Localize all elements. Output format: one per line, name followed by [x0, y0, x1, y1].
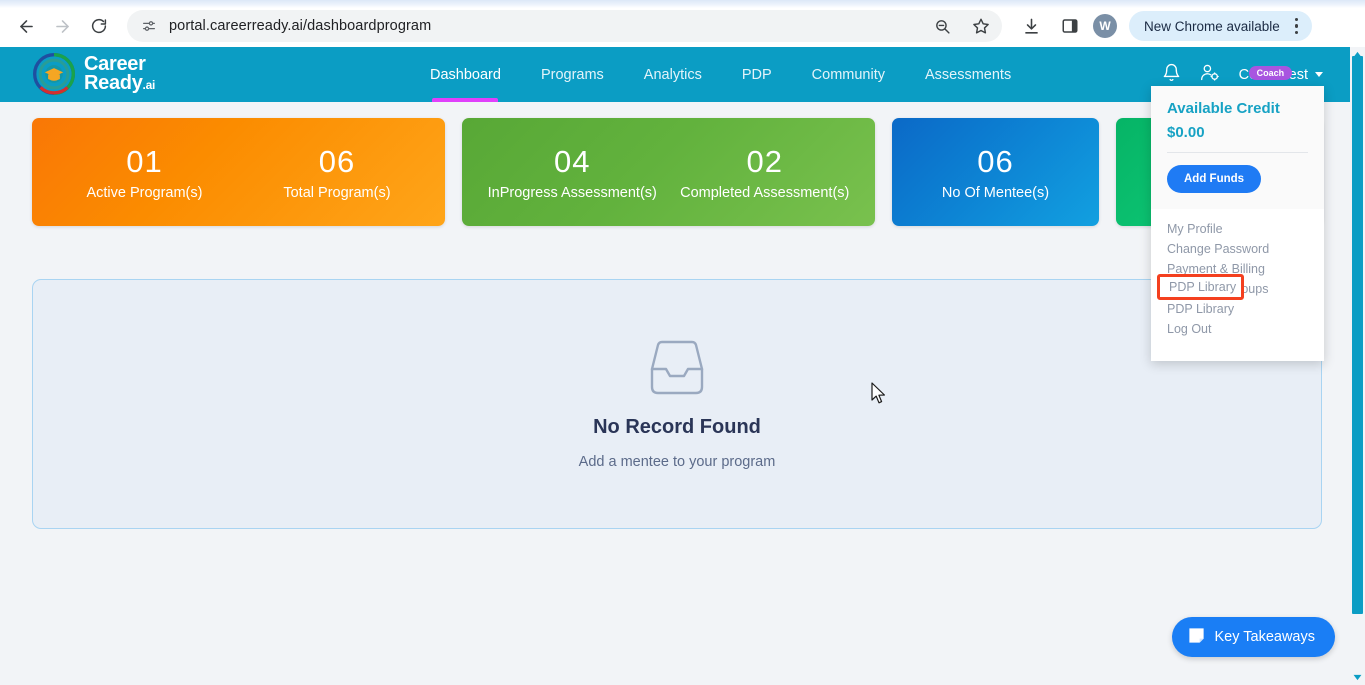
metric-completed-assessments: 02 Completed Assessment(s)	[670, 143, 859, 201]
back-arrow-icon	[17, 17, 36, 36]
nav-label: Analytics	[644, 67, 702, 83]
careerready-logo-icon	[33, 53, 75, 95]
mentee-list-panel: No Record Found Add a mentee to your pro…	[32, 279, 1322, 529]
menu-item-my-profile[interactable]: My Profile	[1151, 219, 1324, 239]
metric-active-programs: 01 Active Program(s)	[76, 143, 212, 201]
inbox-icon	[644, 339, 710, 402]
chevron-down-icon	[1315, 72, 1323, 77]
main-navigation: Dashboard Programs Analytics PDP Communi…	[430, 47, 1031, 102]
bookmark-star-icon[interactable]	[970, 15, 992, 37]
app-header: Career Ready.ai Dashboard Programs Analy…	[0, 47, 1351, 102]
metric-value: 02	[680, 143, 849, 182]
stat-cards: 01 Active Program(s) 06 Total Program(s)…	[32, 118, 1323, 226]
reload-icon	[90, 17, 108, 35]
brand-wordmark: Career Ready.ai	[84, 55, 155, 93]
forward-button[interactable]	[45, 9, 79, 43]
metric-value: 04	[488, 143, 657, 182]
back-button[interactable]	[9, 9, 43, 43]
scroll-down-arrow-icon[interactable]	[1350, 670, 1365, 685]
empty-state-title: No Record Found	[593, 416, 761, 439]
stat-card-programs[interactable]: 01 Active Program(s) 06 Total Program(s)	[32, 118, 445, 226]
profile-avatar[interactable]: W	[1093, 14, 1117, 38]
chrome-menu-icon[interactable]	[1288, 18, 1306, 34]
metric-label: Total Program(s)	[283, 185, 390, 201]
key-takeaways-label: Key Takeaways	[1215, 629, 1315, 645]
app-viewport: Career Ready.ai Dashboard Programs Analy…	[0, 47, 1365, 685]
scrollbar-thumb[interactable]	[1352, 56, 1363, 614]
menu-item-change-password[interactable]: Change Password	[1151, 239, 1324, 259]
site-info-icon[interactable]	[140, 17, 158, 35]
nav-item-dashboard[interactable]: Dashboard	[430, 47, 521, 102]
browser-chrome: portal.careerready.ai/dashboardprogram	[0, 0, 1365, 47]
account-settings-icon[interactable]: Coach	[1199, 62, 1221, 88]
available-credit-label: Available Credit	[1167, 100, 1308, 117]
notifications-bell-icon[interactable]	[1162, 62, 1181, 88]
pdp-library-highlight-label: PDP Library	[1169, 280, 1236, 294]
role-badge: Coach	[1249, 66, 1293, 80]
available-credit-amount: $0.00	[1167, 124, 1308, 141]
nav-item-programs[interactable]: Programs	[521, 47, 624, 102]
metric-label: InProgress Assessment(s)	[488, 185, 657, 201]
toolbar-icons	[1020, 15, 1081, 37]
forward-arrow-icon	[53, 17, 72, 36]
brand-line-2: Ready.ai	[84, 74, 155, 93]
nav-label: Programs	[541, 67, 604, 83]
chrome-update-pill[interactable]: New Chrome available	[1129, 11, 1312, 41]
nav-label: PDP	[742, 67, 772, 83]
nav-item-analytics[interactable]: Analytics	[624, 47, 722, 102]
metric-value: 06	[942, 143, 1049, 182]
metric-mentees: 06 No Of Mentee(s)	[932, 143, 1059, 201]
nav-item-assessments[interactable]: Assessments	[905, 47, 1031, 102]
nav-item-community[interactable]: Community	[792, 47, 905, 102]
browser-toolbar: portal.careerready.ai/dashboardprogram	[0, 6, 1365, 46]
page-scrollbar[interactable]	[1350, 47, 1365, 685]
metric-label: No Of Mentee(s)	[942, 185, 1049, 201]
metric-label: Completed Assessment(s)	[680, 185, 849, 201]
nav-label: Assessments	[925, 67, 1011, 83]
menu-item-pdp-library[interactable]: PDP Library	[1151, 299, 1324, 319]
downloads-icon[interactable]	[1020, 15, 1042, 37]
metric-total-programs: 06 Total Program(s)	[273, 143, 400, 201]
nav-item-pdp[interactable]: PDP	[722, 47, 792, 102]
menu-item-log-out[interactable]: Log Out	[1151, 319, 1324, 339]
note-icon	[1187, 626, 1206, 649]
reload-button[interactable]	[82, 9, 116, 43]
address-bar[interactable]: portal.careerready.ai/dashboardprogram	[127, 10, 1002, 42]
empty-state-subtitle: Add a mentee to your program	[579, 454, 776, 470]
metric-value: 01	[86, 143, 202, 182]
stat-card-assessments[interactable]: 04 InProgress Assessment(s) 02 Completed…	[462, 118, 875, 226]
brand-suffix: .ai	[143, 78, 155, 92]
metric-inprogress-assessments: 04 InProgress Assessment(s)	[478, 143, 667, 201]
key-takeaways-button[interactable]: Key Takeaways	[1172, 617, 1335, 657]
stat-card-mentees[interactable]: 06 No Of Mentee(s)	[892, 118, 1099, 226]
pdp-library-highlight-box[interactable]: PDP Library	[1157, 274, 1244, 300]
brand-logo[interactable]: Career Ready.ai	[33, 53, 155, 95]
metric-label: Active Program(s)	[86, 185, 202, 201]
divider	[1167, 152, 1308, 153]
chrome-update-label: New Chrome available	[1144, 19, 1280, 34]
nav-label: Community	[812, 67, 885, 83]
side-panel-icon[interactable]	[1059, 15, 1081, 37]
zoom-icon[interactable]	[931, 15, 953, 37]
add-funds-button[interactable]: Add Funds	[1167, 165, 1261, 193]
nav-label: Dashboard	[430, 67, 501, 83]
omnibox-actions	[931, 15, 992, 37]
dropdown-credit-section: Available Credit $0.00 Add Funds	[1151, 86, 1324, 209]
profile-dropdown-menu: Available Credit $0.00 Add Funds My Prof…	[1151, 86, 1324, 361]
mouse-cursor	[871, 382, 887, 410]
metric-value: 06	[283, 143, 390, 182]
url-text: portal.careerready.ai/dashboardprogram	[169, 18, 431, 34]
